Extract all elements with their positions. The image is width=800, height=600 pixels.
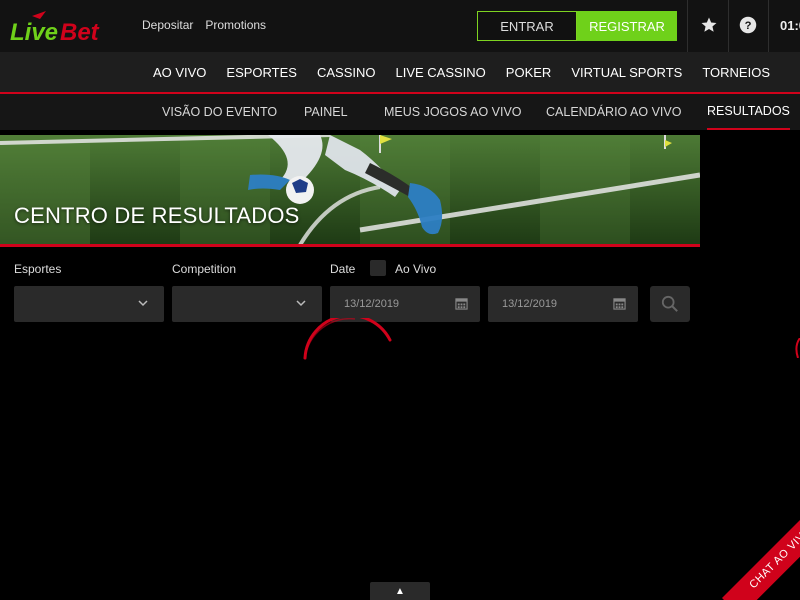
sport-label: Esportes xyxy=(14,262,62,276)
competition-select[interactable] xyxy=(172,286,322,322)
results-banner: CENTRO DE RESULTADOS xyxy=(0,135,700,245)
divider xyxy=(728,0,729,52)
clock: 01:0 xyxy=(780,18,800,33)
live-label: Ao Vivo xyxy=(395,262,437,276)
scroll-top-button[interactable]: ▲ xyxy=(370,582,430,600)
nav-torneios[interactable]: TORNEIOS xyxy=(702,65,770,80)
date-label: Date xyxy=(330,262,356,276)
sub-nav: VISÃO DO EVENTO PAINEL MEUS JOGOS AO VIV… xyxy=(0,94,800,130)
live-chat-button[interactable]: CHAT AO VIVO xyxy=(722,499,800,600)
livebet-logo[interactable]: Live Bet xyxy=(10,10,122,44)
date-to-value: 13/12/2019 xyxy=(502,298,558,310)
date-to-field[interactable]: 13/12/2019 xyxy=(488,286,638,322)
banner-accent-line xyxy=(0,244,700,247)
competition-label: Competition xyxy=(172,262,237,276)
chevron-down-icon xyxy=(138,300,148,307)
divider xyxy=(687,0,688,52)
tab-meus-jogos-ao-vivo[interactable]: MEUS JOGOS AO VIVO xyxy=(384,94,522,130)
svg-text:Live: Live xyxy=(10,19,58,44)
help-icon[interactable]: ? xyxy=(737,14,759,36)
tab-calendario-ao-vivo[interactable]: CALENDÁRIO AO VIVO xyxy=(546,94,681,130)
date-from-value: 13/12/2019 xyxy=(344,298,400,310)
nav-poker[interactable]: POKER xyxy=(506,65,552,80)
nav-ao-vivo[interactable]: AO VIVO xyxy=(153,65,206,80)
calendar-icon xyxy=(455,298,468,310)
calendar-icon xyxy=(613,298,626,310)
date-from-field[interactable]: 13/12/2019 xyxy=(330,286,480,322)
nav-esportes[interactable]: ESPORTES xyxy=(226,65,297,80)
sport-select[interactable] xyxy=(14,286,164,322)
star-icon[interactable] xyxy=(698,14,720,36)
deposit-link[interactable]: Depositar xyxy=(142,18,193,32)
main-nav: AO VIVO ESPORTES CASSINO LIVE CASSINO PO… xyxy=(0,52,800,92)
live-chat-corner: CHAT AO VIVO xyxy=(700,480,800,600)
tab-resultados[interactable]: RESULTADOS xyxy=(707,94,790,130)
register-button[interactable]: REGISTRAR xyxy=(577,11,677,41)
svg-text:Bet: Bet xyxy=(60,19,100,44)
nav-live-cassino[interactable]: LIVE CASSINO xyxy=(395,65,485,80)
chevron-down-icon xyxy=(296,300,306,307)
svg-text:?: ? xyxy=(745,20,752,32)
nav-virtual-sports[interactable]: VIRTUAL SPORTS xyxy=(571,65,682,80)
loading-spinner-icon xyxy=(303,318,392,360)
side-spinner-fragment xyxy=(795,338,800,358)
login-button[interactable]: ENTRAR xyxy=(477,11,577,41)
top-header: Live Bet Depositar Promotions ENTRAR REG… xyxy=(0,0,800,52)
live-checkbox[interactable] xyxy=(370,260,386,276)
promotions-link[interactable]: Promotions xyxy=(205,18,266,32)
divider xyxy=(768,0,769,52)
nav-cassino[interactable]: CASSINO xyxy=(317,65,376,80)
search-button[interactable] xyxy=(650,286,690,322)
page-title: CENTRO DE RESULTADOS xyxy=(14,203,300,228)
search-icon xyxy=(661,295,678,312)
tab-painel[interactable]: PAINEL xyxy=(304,94,348,130)
tab-visao-do-evento[interactable]: VISÃO DO EVENTO xyxy=(162,94,277,130)
